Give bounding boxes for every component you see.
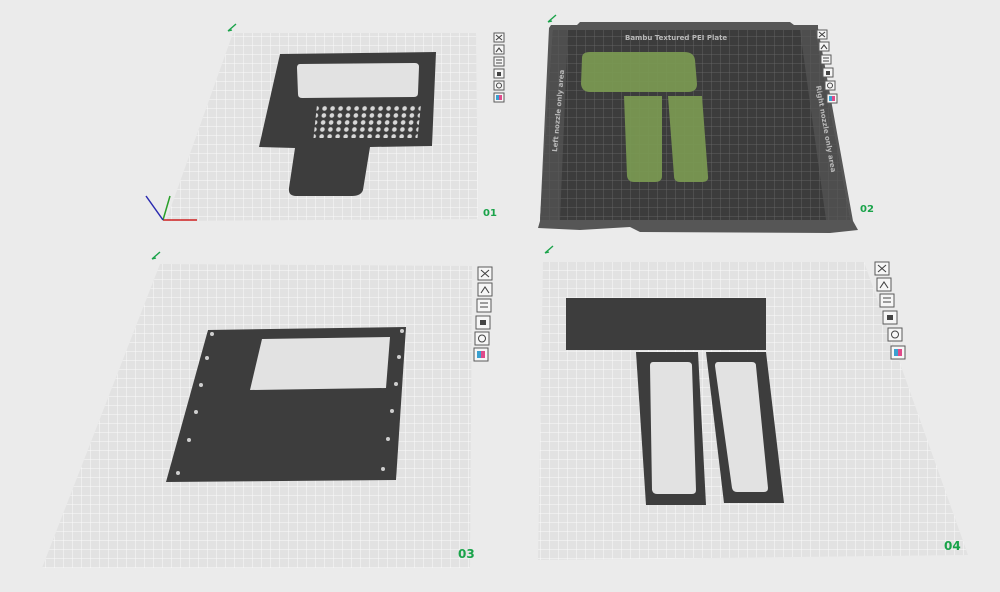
slice-plate-icon[interactable] — [476, 298, 492, 313]
arrange-icon[interactable] — [477, 282, 493, 297]
plate-number: 01 — [483, 208, 497, 219]
slice-plate-icon[interactable] — [493, 56, 505, 67]
close-icon[interactable] — [477, 266, 493, 281]
arrange-icon[interactable] — [876, 277, 892, 292]
plate-3[interactable]: 03 — [42, 251, 493, 568]
lock-icon[interactable] — [475, 315, 491, 330]
filament-map-icon[interactable] — [890, 345, 906, 360]
plate-toolbar — [473, 266, 493, 362]
plate-toolbar — [493, 32, 505, 103]
plate-number: 02 — [860, 204, 874, 215]
arrange-icon[interactable] — [818, 41, 830, 52]
plate-number: 03 — [458, 547, 475, 561]
arrange-icon[interactable] — [493, 44, 505, 55]
plate-number: 04 — [944, 539, 961, 553]
plate-4[interactable]: 04 — [538, 245, 968, 560]
bed-type-label: Bambu Textured PEI Plate — [625, 34, 727, 42]
settings-icon[interactable] — [493, 80, 505, 91]
edit-plate-name-icon[interactable] — [547, 14, 557, 23]
filament-map-icon[interactable] — [473, 347, 489, 362]
plate-1[interactable]: 01 — [145, 23, 505, 221]
lock-icon[interactable] — [882, 310, 898, 325]
slice-plate-icon[interactable] — [879, 293, 895, 308]
close-icon[interactable] — [493, 32, 505, 43]
edit-plate-name-icon[interactable] — [151, 251, 161, 260]
edit-plate-name-icon[interactable] — [227, 23, 237, 32]
plate-canvas[interactable]: 01 Left nozzle only area Right nozzle on… — [0, 0, 1000, 592]
slice-plate-icon[interactable] — [820, 54, 832, 65]
filament-map-icon[interactable] — [826, 93, 838, 104]
close-icon[interactable] — [816, 29, 828, 40]
plate-2[interactable]: Left nozzle only area Right nozzle only … — [538, 14, 874, 233]
settings-icon[interactable] — [824, 80, 836, 91]
settings-icon[interactable] — [887, 327, 903, 342]
lock-icon[interactable] — [493, 68, 505, 79]
edit-plate-name-icon[interactable] — [544, 245, 554, 254]
close-icon[interactable] — [874, 261, 890, 276]
settings-icon[interactable] — [474, 331, 490, 346]
filament-map-icon[interactable] — [493, 92, 505, 103]
lock-icon[interactable] — [822, 67, 834, 78]
